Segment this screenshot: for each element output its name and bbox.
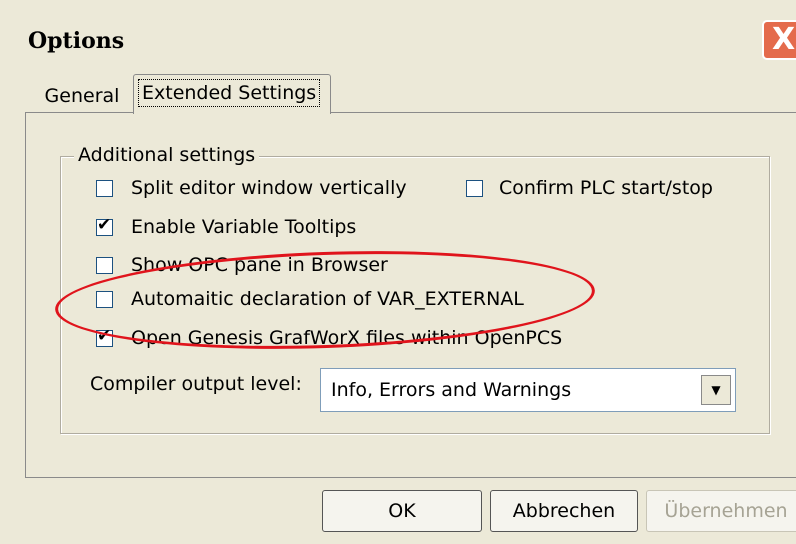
tab-general[interactable]: General: [34, 79, 130, 114]
tab-extended-settings[interactable]: Extended Settings: [133, 74, 331, 114]
dropdown-arrow-icon[interactable]: ▼: [701, 375, 731, 405]
close-icon: X: [772, 22, 796, 57]
cancel-button[interactable]: Abbrechen: [490, 490, 638, 532]
options-dialog: Options X General Extended Settings Addi…: [0, 0, 796, 544]
opc-pane-checkbox[interactable]: [96, 257, 113, 274]
variable-tooltips-label: Enable Variable Tooltips: [131, 216, 357, 238]
variable-tooltips-checkbox[interactable]: [96, 215, 113, 236]
confirm-plc-label: Confirm PLC start/stop: [499, 177, 713, 199]
compiler-output-label: Compiler output level:: [90, 373, 302, 395]
ok-button[interactable]: OK: [322, 490, 482, 532]
group-label: Additional settings: [74, 144, 260, 166]
compiler-output-value: Info, Errors and Warnings: [331, 379, 572, 401]
compiler-output-select[interactable]: Info, Errors and Warnings ▼: [320, 368, 736, 412]
apply-button[interactable]: Übernehmen: [646, 490, 796, 532]
confirm-plc-checkbox[interactable]: [466, 180, 483, 197]
dialog-title: Options: [28, 28, 125, 54]
title-bar: Options X: [0, 0, 796, 80]
close-button[interactable]: X: [762, 20, 796, 60]
split-editor-checkbox[interactable]: [96, 180, 113, 197]
split-editor-label: Split editor window vertically: [131, 177, 407, 199]
tab-extended-settings-label: Extended Settings: [138, 79, 321, 107]
tab-general-label: General: [44, 85, 120, 107]
